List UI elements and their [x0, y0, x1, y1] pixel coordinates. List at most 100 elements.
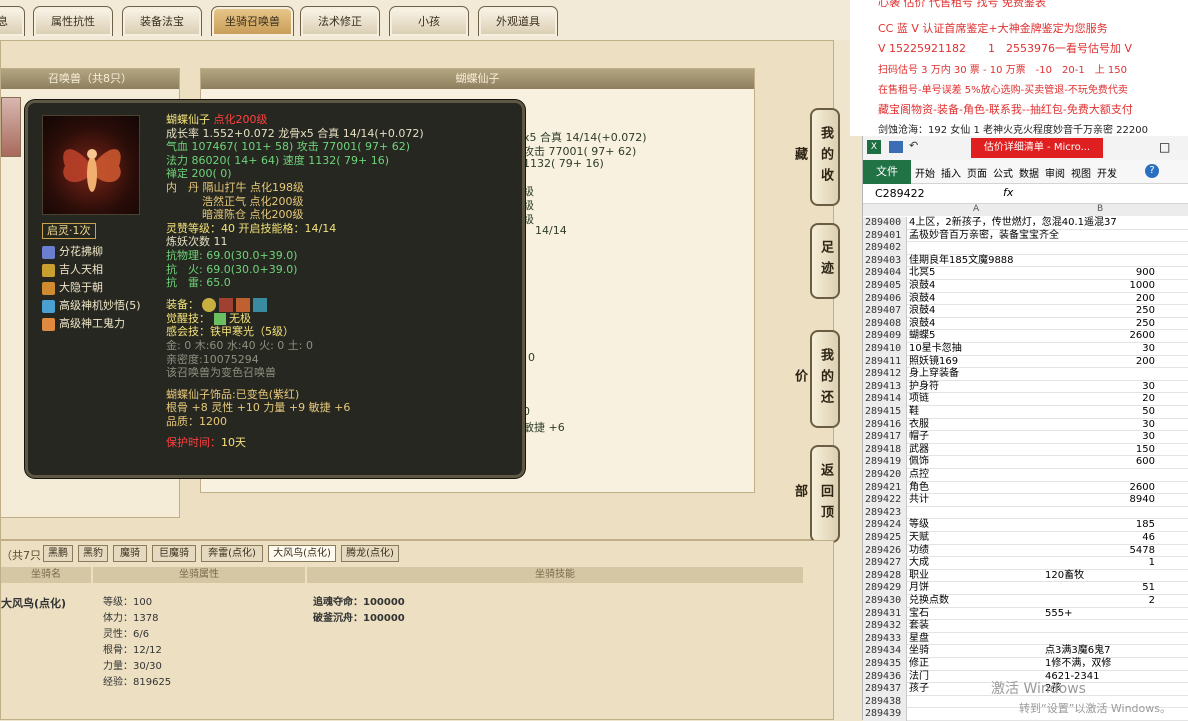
sheet-row[interactable]: 289424 等级 185 — [863, 519, 1188, 532]
sheet-row[interactable]: 289425 天赋 46 — [863, 532, 1188, 545]
sheet-row[interactable]: 289420 点控 — [863, 469, 1188, 482]
sheet-row[interactable]: 289422 共计 8940 — [863, 494, 1188, 507]
sheet-row[interactable]: 289404 北冥5 900 — [863, 267, 1188, 280]
cell-a[interactable]: 天赋 — [909, 532, 929, 545]
cell-b[interactable]: 2 — [1045, 595, 1155, 608]
sheet-row[interactable]: 289435 修正 1修不满，双修 — [863, 658, 1188, 671]
cell-a[interactable]: 法门 — [909, 671, 929, 684]
mount-tab-active[interactable]: 大风鸟(点化) — [268, 545, 336, 562]
cell-a[interactable]: 兑换点数 — [909, 595, 949, 608]
ribbon-tab[interactable]: 公式 — [993, 165, 1013, 180]
cell-b[interactable]: 20 — [1045, 393, 1155, 406]
save-icon[interactable] — [889, 141, 903, 153]
cell-a[interactable]: 北冥5 — [909, 267, 935, 280]
cell-a[interactable]: 10星卡忽抽 — [909, 343, 962, 356]
cell-a[interactable]: 坐骑 — [909, 645, 929, 658]
sheet-row[interactable]: 289423 — [863, 506, 1188, 520]
sheet-row[interactable]: 289408 浪鼓4 250 — [863, 317, 1188, 331]
cell-a[interactable]: 大成 — [909, 557, 929, 570]
sheet-row[interactable]: 289428 职业 120畜牧 — [863, 569, 1188, 583]
cell-b[interactable]: 1000 — [1045, 280, 1155, 293]
sheet-row[interactable]: 289427 大成 1 — [863, 557, 1188, 570]
cell-b[interactable]: 5478 — [1045, 545, 1155, 558]
fx-icon[interactable]: fx — [1003, 186, 1013, 199]
sheet-row[interactable]: 289402 — [863, 242, 1188, 255]
sheet-row[interactable]: 289430 兑换点数 2 — [863, 595, 1188, 608]
tab-spells[interactable]: 法术修正 — [300, 6, 380, 36]
cell-a[interactable]: 武器 — [909, 444, 929, 457]
cell-a[interactable]: 4上区，2新孩子，传世燃灯，忽混40.1遥混37 — [909, 217, 1117, 230]
sheet-row[interactable]: 289431 宝石 555+ — [863, 607, 1188, 621]
cell-a[interactable]: 护身符 — [909, 381, 939, 394]
sheet-row[interactable]: 289409 蝴蝶5 2600 — [863, 330, 1188, 343]
cell-a[interactable]: 功绩 — [909, 545, 929, 558]
cell-b[interactable]: 30 — [1045, 419, 1155, 432]
sheet-row[interactable]: 289405 浪鼓4 1000 — [863, 280, 1188, 293]
tab-kids[interactable]: 小孩 — [389, 6, 469, 36]
cell-a[interactable]: 角色 — [909, 482, 929, 495]
cell-b[interactable]: 600 — [1045, 456, 1155, 469]
cell-b[interactable]: 点3满3魔6鬼7 — [1045, 645, 1155, 658]
cell-b[interactable]: 250 — [1045, 305, 1155, 318]
cell-a[interactable]: 孟极妙音百万亲密，装备宝宝齐全 — [909, 230, 1059, 243]
cell-a[interactable]: 佳期良年185文魔9888 — [909, 255, 1014, 268]
sheet-row[interactable]: 289406 浪鼓4 200 — [863, 292, 1188, 306]
sheet-row[interactable]: 289400 4上区，2新孩子，传世燃灯，忽混40.1遥混37 — [863, 217, 1188, 230]
cell-a[interactable]: 项链 — [909, 393, 929, 406]
ribbon-tab[interactable]: 开发 — [1097, 165, 1117, 180]
mount-tab[interactable]: 黑鹏 — [43, 545, 73, 562]
sheet-row[interactable]: 289434 坐骑 点3满3魔6鬼7 — [863, 645, 1188, 658]
cell-b[interactable]: 900 — [1045, 267, 1155, 280]
sheet-row[interactable]: 289416 衣服 30 — [863, 418, 1188, 432]
sheet-row[interactable]: 289414 项链 20 — [863, 393, 1188, 406]
sheet-row[interactable]: 289429 月饼 51 — [863, 582, 1188, 595]
sheet-row[interactable]: 289418 武器 150 — [863, 443, 1188, 457]
sheet-row[interactable]: 289415 鞋 50 — [863, 406, 1188, 419]
sheet-row[interactable]: 289419 佩饰 600 — [863, 456, 1188, 469]
cell-a[interactable]: 职业 — [909, 570, 929, 583]
cell-b[interactable]: 200 — [1045, 356, 1155, 369]
sheet-row[interactable]: 289433 星盘 — [863, 632, 1188, 646]
sheet-row[interactable]: 289407 浪鼓4 250 — [863, 305, 1188, 318]
name-box[interactable]: C289422 — [875, 187, 925, 200]
sheet-row[interactable]: 289426 功绩 5478 — [863, 544, 1188, 558]
back-to-top-button[interactable]: 返回顶部 — [792, 445, 840, 543]
ribbon-tab[interactable]: 开始 — [915, 165, 935, 180]
sheet-row[interactable]: 289401 孟极妙音百万亲密，装备宝宝齐全 — [863, 229, 1188, 243]
ribbon-tab[interactable]: 插入 — [941, 165, 961, 180]
tab-mounts-pets[interactable]: 坐骑召唤兽 — [211, 6, 294, 36]
cell-b[interactable]: 2600 — [1045, 482, 1155, 495]
cell-b[interactable]: 555+ — [1045, 608, 1155, 621]
cell-b[interactable]: 1修不满，双修 — [1045, 658, 1155, 671]
cell-b[interactable]: 46 — [1045, 532, 1155, 545]
cell-a[interactable]: 修正 — [909, 658, 929, 671]
cell-a[interactable]: 浪鼓4 — [909, 293, 935, 306]
sheet-row[interactable]: 289412 身上穿装备 — [863, 368, 1188, 381]
cell-b[interactable]: 185 — [1045, 519, 1155, 532]
mount-tab[interactable]: 魔骑 — [113, 545, 147, 562]
cell-a[interactable]: 月饼 — [909, 582, 929, 595]
ribbon-tab[interactable]: 页面 — [967, 165, 987, 180]
cell-a[interactable]: 帽子 — [909, 431, 929, 444]
help-icon[interactable]: ? — [1145, 164, 1159, 178]
cell-a[interactable]: 衣服 — [909, 419, 929, 432]
sheet-row[interactable]: 289417 帽子 30 — [863, 431, 1188, 444]
footprint-button[interactable]: 足迹 — [810, 223, 840, 299]
cell-b[interactable]: 50 — [1045, 406, 1155, 419]
cell-b[interactable]: 8940 — [1045, 494, 1155, 507]
mount-tab[interactable]: 巨魔骑 — [152, 545, 196, 562]
ribbon-tab[interactable]: 审阅 — [1045, 165, 1065, 180]
tab-equipment[interactable]: 装备法宝 — [122, 6, 202, 36]
tab-attributes[interactable]: 属性抗性 — [33, 6, 113, 36]
cell-a[interactable]: 佩饰 — [909, 456, 929, 469]
cell-a[interactable]: 蝴蝶5 — [909, 330, 935, 343]
cell-b[interactable]: 150 — [1045, 444, 1155, 457]
cell-b[interactable]: 51 — [1045, 582, 1155, 595]
cell-b[interactable]: 250 — [1045, 318, 1155, 331]
cell-b[interactable]: 200 — [1045, 293, 1155, 306]
pet-thumbnail[interactable] — [1, 97, 21, 157]
cell-b[interactable]: 30 — [1045, 381, 1155, 394]
cell-b[interactable]: 120畜牧 — [1045, 570, 1155, 583]
cell-b[interactable]: 1 — [1045, 557, 1155, 570]
mount-tab[interactable]: 奔雷(点化) — [201, 545, 263, 562]
